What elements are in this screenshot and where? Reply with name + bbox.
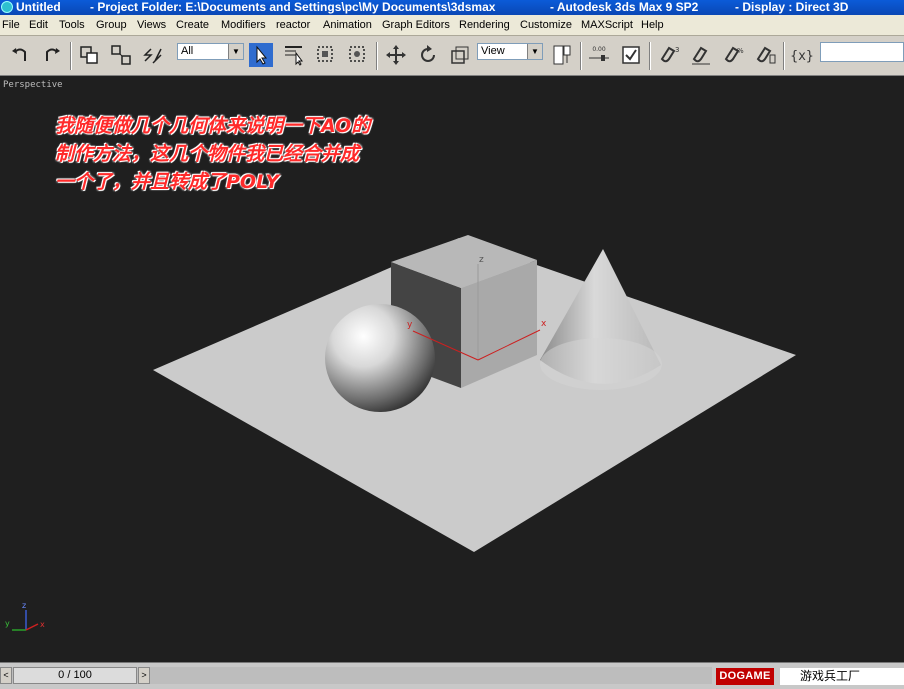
gizmo-y-label: y xyxy=(407,320,413,330)
sphere-object[interactable] xyxy=(325,304,435,412)
tripod-x-label: x xyxy=(40,620,45,629)
annotation-text: 我随便做几个几何体来说明一下AO的 制作方法，这几个物件我已经合并成 一个了，并… xyxy=(55,112,475,196)
tripod-y-label: y xyxy=(5,619,10,628)
time-slider-prev-button[interactable]: < xyxy=(0,667,12,684)
gizmo-x-label: x xyxy=(541,319,547,329)
annotation-line-3: 一个了，并且转成了POLY xyxy=(55,171,279,193)
annotation-line-2: 制作方法，这几个物件我已经合并成 xyxy=(55,143,360,165)
viewport-scene: z y x z y x xyxy=(5,235,796,631)
annotation-line-1: 我随便做几个几何体来说明一下AO的 xyxy=(55,115,371,137)
time-slider-thumb[interactable]: 0 / 100 xyxy=(13,667,137,684)
gizmo-z-label: z xyxy=(479,255,484,265)
watermark-chinese-text: 游戏兵工厂 xyxy=(780,668,904,685)
dogame-watermark: DOGAME xyxy=(716,668,774,685)
tripod-z-label: z xyxy=(22,601,26,610)
time-slider-next-button[interactable]: > xyxy=(138,667,150,684)
axis-tripod-icon: z y x xyxy=(5,601,45,631)
time-slider-bar: < 0 / 100 > DOGAME 游戏兵工厂 xyxy=(0,662,904,689)
